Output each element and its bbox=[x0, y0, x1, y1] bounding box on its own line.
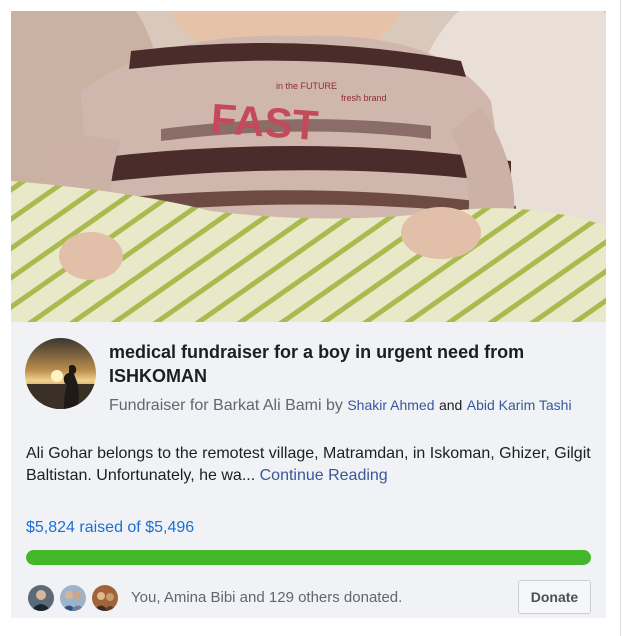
fundraiser-subtitle: Fundraiser for Barkat Ali Bami by Shakir… bbox=[109, 394, 589, 417]
fundraiser-description: Ali Gohar belongs to the remotest villag… bbox=[26, 443, 596, 487]
sunset-silhouette-image bbox=[25, 338, 96, 409]
donated-summary[interactable]: You, Amina Bibi and 129 others donated. bbox=[131, 588, 402, 608]
fundraiser-title[interactable]: medical fundraiser for a boy in urgent n… bbox=[109, 340, 589, 388]
donor-avatar[interactable] bbox=[26, 583, 56, 613]
fundraiser-info: medical fundraiser for a boy in urgent n… bbox=[11, 322, 606, 618]
donor-photo bbox=[60, 585, 86, 611]
organizer-link-1[interactable]: Shakir Ahmed bbox=[347, 397, 434, 413]
cover-photo-image: in the FUTURE fresh brand FAST bbox=[11, 11, 606, 322]
svg-text:fresh brand: fresh brand bbox=[341, 93, 387, 103]
progress-fill bbox=[26, 550, 591, 565]
subtitle-and: and bbox=[438, 397, 463, 413]
fundraiser-progress-bar bbox=[26, 550, 591, 565]
donor-avatar[interactable] bbox=[90, 583, 120, 613]
donor-photo bbox=[92, 585, 118, 611]
donate-button[interactable]: Donate bbox=[518, 580, 591, 614]
fundraiser-card: in the FUTURE fresh brand FAST medical f… bbox=[11, 11, 606, 618]
subtitle-prefix: Fundraiser for Barkat Ali Bami by bbox=[109, 397, 343, 414]
organizer-link-2[interactable]: Abid Karim Tashi bbox=[467, 397, 572, 413]
svg-text:in the FUTURE: in the FUTURE bbox=[276, 81, 337, 91]
fundraiser-cover-photo[interactable]: in the FUTURE fresh brand FAST bbox=[11, 11, 606, 322]
continue-reading-link[interactable]: Continue Reading bbox=[260, 467, 388, 484]
svg-text:FAST: FAST bbox=[209, 95, 320, 149]
donor-avatar[interactable] bbox=[58, 583, 88, 613]
amount-raised: $5,824 raised of $5,496 bbox=[26, 519, 195, 536]
page-divider bbox=[620, 0, 621, 636]
organizer-avatar[interactable] bbox=[25, 338, 96, 409]
donor-photo bbox=[28, 585, 54, 611]
